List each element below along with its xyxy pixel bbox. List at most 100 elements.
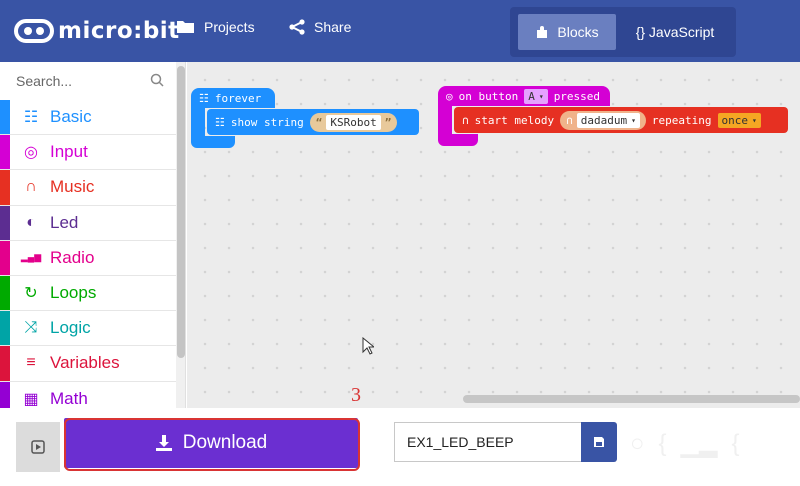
share-label: Share bbox=[314, 19, 352, 35]
show-string-block[interactable]: ☷ show string “ KSRobot ” bbox=[207, 109, 419, 135]
repeat-dropdown[interactable]: once ▾ bbox=[717, 112, 761, 128]
toolbox-scrollbar[interactable] bbox=[176, 62, 185, 408]
folder-icon bbox=[177, 21, 194, 33]
floppy-disk-icon bbox=[594, 437, 604, 447]
toolbox-item-label: Variables bbox=[50, 353, 120, 373]
share-icon bbox=[289, 19, 305, 35]
button-dropdown[interactable]: A ▾ bbox=[524, 88, 548, 104]
toolbox-scrollbar-thumb[interactable] bbox=[177, 66, 185, 358]
string-input[interactable]: “ KSRobot ” bbox=[309, 112, 398, 132]
button-value: A bbox=[528, 89, 535, 103]
toggle-icon: ◐ bbox=[26, 213, 36, 231]
open-quote-icon: “ bbox=[315, 115, 323, 129]
toolbox-item-label: Basic bbox=[50, 107, 92, 127]
category-color-bar bbox=[0, 381, 10, 408]
melody-input[interactable]: ∩ dadadum ▾ bbox=[560, 110, 646, 130]
lines-icon: ≡ bbox=[26, 354, 36, 372]
editor-toggle: Blocks {} JavaScript bbox=[510, 7, 736, 57]
on-button-label: on button bbox=[458, 89, 519, 103]
shuffle-icon: ⤨ bbox=[24, 319, 38, 337]
toolbox-item-basic[interactable]: ☷ Basic bbox=[0, 100, 176, 136]
calculator-icon: ▦ bbox=[23, 390, 39, 408]
dropdown-arrow-icon: ▾ bbox=[752, 115, 757, 125]
annotation-number: 3 bbox=[351, 384, 361, 406]
target-icon: ◎ bbox=[24, 144, 38, 162]
category-color-bar bbox=[0, 170, 10, 205]
toolbox: ☷ Basic ◎ Input ∩ Music ◐ Led ▂▄▆ Radio ↻ Loops ⤨ Log… bbox=[0, 62, 186, 408]
share-button[interactable]: Share bbox=[288, 19, 351, 35]
headphones-icon: ∩ bbox=[566, 113, 573, 127]
on-button-c-arm bbox=[438, 106, 452, 136]
toolbox-item-label: Led bbox=[50, 212, 79, 232]
toolbox-item-label: Logic bbox=[50, 318, 91, 338]
toolbox-item-loops[interactable]: ↻ Loops bbox=[0, 275, 176, 312]
brand-name: micro:bit bbox=[58, 18, 180, 44]
toolbox-item-input[interactable]: ◎ Input bbox=[0, 135, 176, 171]
simulator-toggle-button[interactable] bbox=[16, 422, 60, 472]
download-button[interactable]: Download bbox=[64, 418, 358, 468]
projects-button[interactable]: Projects bbox=[176, 19, 255, 35]
repeating-label: repeating bbox=[651, 113, 712, 127]
toolbox-item-logic[interactable]: ⤨ Logic bbox=[0, 311, 176, 347]
category-color-bar bbox=[0, 346, 10, 381]
forever-c-arm bbox=[191, 108, 205, 138]
forever-hat[interactable]: ☷ forever bbox=[191, 88, 275, 108]
toolbox-item-radio[interactable]: ▂▄▆ Radio bbox=[0, 240, 176, 276]
toolbox-item-math[interactable]: ▦ Math bbox=[0, 381, 176, 408]
toolbox-item-label: Math bbox=[50, 388, 88, 408]
toolbox-item-music[interactable]: ∩ Music bbox=[0, 170, 176, 206]
close-quote-icon: ” bbox=[384, 115, 392, 129]
javascript-tab[interactable]: {} JavaScript bbox=[622, 14, 728, 50]
brace-icon: { bbox=[731, 430, 740, 457]
signal-icon: ▂▄▆ bbox=[20, 252, 42, 263]
toolbox-item-label: Music bbox=[50, 177, 95, 197]
category-color-bar bbox=[0, 135, 10, 170]
faded-background-icons: ○ { ▁▂ { bbox=[630, 426, 800, 462]
toolbox-item-label: Input bbox=[50, 142, 88, 162]
forever-label: forever bbox=[214, 91, 262, 105]
workspace-scrollbar[interactable] bbox=[463, 395, 800, 403]
javascript-label: {} JavaScript bbox=[635, 24, 715, 40]
toolbox-item-led[interactable]: ◐ Led bbox=[0, 205, 176, 241]
headphones-icon: ∩ bbox=[462, 113, 469, 127]
pressed-label: pressed bbox=[553, 89, 601, 103]
melody-dropdown[interactable]: dadadum ▾ bbox=[576, 112, 640, 128]
brace-icon: { bbox=[658, 430, 667, 457]
category-color-bar bbox=[0, 275, 10, 311]
dropdown-arrow-icon: ▾ bbox=[631, 115, 636, 125]
blocks-label: Blocks bbox=[557, 24, 599, 40]
bottom-toolbar: Download ○ { ▁▂ { bbox=[0, 408, 800, 486]
grid-icon: ☷ bbox=[199, 91, 209, 105]
melody-value: dadadum bbox=[580, 113, 628, 127]
dropdown-arrow-icon: ▾ bbox=[538, 91, 544, 101]
download-label: Download bbox=[182, 432, 268, 453]
category-color-bar bbox=[0, 100, 10, 135]
toolbox-categories: ☷ Basic ◎ Input ∩ Music ◐ Led ▂▄▆ Radio ↻ Loops ⤨ Log… bbox=[0, 100, 176, 408]
string-value[interactable]: KSRobot bbox=[326, 114, 381, 130]
grid-icon: ☷ bbox=[215, 115, 225, 129]
grid-icon: ☷ bbox=[23, 109, 39, 127]
puzzle-icon bbox=[537, 26, 548, 38]
start-melody-block[interactable]: ∩ start melody ∩ dadadum ▾ repeating onc… bbox=[454, 107, 788, 133]
forever-c-foot bbox=[191, 136, 235, 148]
bars-icon: ▁▂ bbox=[680, 430, 718, 458]
toolbox-item-label: Loops bbox=[50, 283, 97, 303]
on-button-hat[interactable]: ◎ on button A ▾ pressed bbox=[438, 86, 610, 106]
show-string-label: show string bbox=[230, 115, 304, 129]
blocks-tab[interactable]: Blocks bbox=[518, 14, 616, 50]
download-icon bbox=[155, 435, 172, 451]
search-box bbox=[0, 62, 176, 100]
save-button[interactable] bbox=[581, 422, 617, 462]
start-melody-label: start melody bbox=[474, 113, 555, 127]
target-icon: ◎ bbox=[446, 89, 453, 103]
toolbox-item-variables[interactable]: ≡ Variables bbox=[0, 346, 176, 382]
category-color-bar bbox=[0, 205, 10, 240]
microbit-logo[interactable]: micro:bit bbox=[14, 14, 180, 48]
blocks-workspace[interactable]: ☷ forever ☷ show string “ KSRobot ” ◎ on… bbox=[187, 62, 800, 408]
search-icon[interactable] bbox=[150, 73, 164, 87]
on-button-c-foot bbox=[438, 134, 478, 146]
microbit-logo-icon bbox=[14, 19, 54, 43]
project-name-input[interactable] bbox=[394, 422, 582, 462]
category-color-bar bbox=[0, 311, 10, 346]
header: micro:bit Projects Share Blocks {} JavaS… bbox=[0, 0, 800, 62]
